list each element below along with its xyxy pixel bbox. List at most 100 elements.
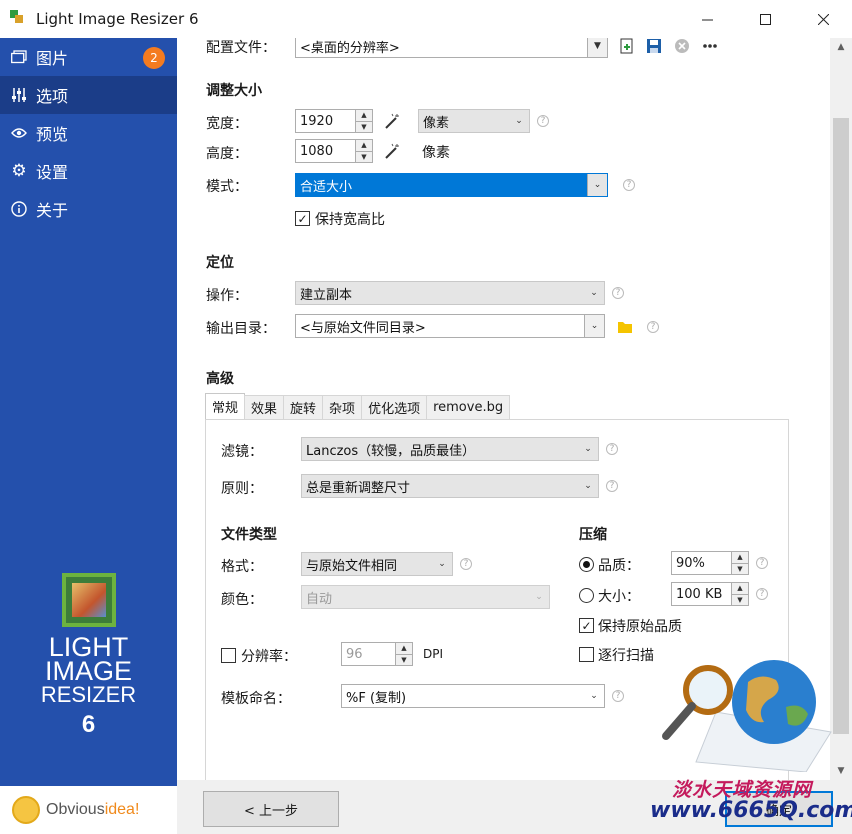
help-icon[interactable]: ? (606, 480, 618, 492)
close-icon (817, 13, 829, 25)
resolution-checkbox[interactable] (221, 648, 236, 663)
position-section-title: 定位 (206, 255, 234, 271)
sidebar-item-preview[interactable]: 预览 (0, 114, 177, 152)
width-input[interactable]: 1920 ▲ ▼ (295, 109, 373, 133)
help-icon[interactable]: ? (460, 558, 472, 570)
tab-effects[interactable]: 效果 (244, 395, 285, 419)
tab-removebg[interactable]: remove.bg (426, 395, 511, 419)
sidebar: 图片 2 选项 预览 ⚙ 设置 关于 LIGHT IMAGE RESIZER 6… (0, 38, 177, 834)
tab-rotate[interactable]: 旋转 (283, 395, 324, 419)
save-icon[interactable] (646, 38, 662, 54)
minimize-icon (701, 19, 713, 20)
quality-input[interactable]: 90% ▲ ▼ (671, 551, 749, 575)
sidebar-item-label: 预览 (36, 125, 69, 144)
action-select[interactable]: 建立副本 ⌄ (295, 281, 605, 305)
output-dir-select[interactable]: <与原始文件同目录> ⌄ (295, 314, 605, 338)
sidebar-item-about[interactable]: 关于 (0, 190, 177, 228)
quality-label: 品质： (598, 558, 640, 574)
vendor-name-part2: idea! (104, 801, 140, 818)
chevron-down-icon: ⌄ (515, 116, 523, 126)
keep-quality-label: 保持原始品质 (598, 619, 682, 635)
keep-quality-checkbox[interactable]: ✓ (579, 618, 594, 633)
size-input[interactable]: 100 KB ▲ ▼ (671, 582, 749, 606)
progressive-checkbox[interactable] (579, 647, 594, 662)
help-icon[interactable]: ? (537, 115, 549, 127)
watermark-globe-icon (662, 660, 832, 772)
tab-general[interactable]: 常规 (205, 393, 246, 419)
brand-line3: RESIZER (40, 682, 137, 707)
chevron-down-icon: ⌄ (584, 481, 592, 491)
filter-label: 滤镜： (221, 444, 263, 460)
mode-value: 合适大小 (300, 179, 353, 195)
maximize-button[interactable] (736, 0, 794, 38)
app-logo-icon (10, 10, 28, 28)
template-label: 模板命名： (221, 691, 291, 707)
filter-value: Lanczos（较慢，品质最佳） (306, 443, 476, 459)
resolution-stepper[interactable]: ▲ ▼ (395, 643, 412, 665)
progressive-label: 逐行扫描 (598, 648, 654, 664)
height-input[interactable]: 1080 ▲ ▼ (295, 139, 373, 163)
resolution-value: 96 (346, 646, 363, 662)
folder-icon[interactable] (617, 319, 633, 335)
height-stepper[interactable]: ▲ ▼ (355, 140, 372, 162)
format-value: 与原始文件相同 (306, 558, 398, 574)
help-icon[interactable]: ? (612, 287, 624, 299)
vendor-logo[interactable]: Obviousidea! (0, 786, 177, 834)
size-stepper[interactable]: ▲ ▼ (731, 583, 748, 605)
help-icon[interactable]: ? (623, 179, 635, 191)
profile-value: <桌面的分辨率> (300, 40, 400, 56)
template-select[interactable]: %F (复制) ⌄ (341, 684, 605, 708)
rule-value: 总是重新调整尺寸 (306, 480, 411, 496)
quality-value: 90% (676, 555, 705, 571)
vendor-name-part1: Obvious (46, 801, 105, 818)
help-icon[interactable]: ? (606, 443, 618, 455)
profile-select[interactable]: <桌面的分辨率> ▼ (295, 38, 608, 58)
width-value: 1920 (300, 113, 334, 129)
minimize-button[interactable] (678, 0, 736, 38)
sliders-icon (10, 86, 28, 104)
new-profile-icon[interactable] (619, 38, 635, 54)
sidebar-item-options[interactable]: 选项 (0, 76, 177, 114)
rule-select[interactable]: 总是重新调整尺寸 ⌄ (301, 474, 599, 498)
color-select[interactable]: 自动 ⌄ (301, 585, 550, 609)
help-icon[interactable]: ? (756, 588, 768, 600)
resolution-input[interactable]: 96 ▲ ▼ (341, 642, 413, 666)
unit-select[interactable]: 像素 ⌄ (418, 109, 530, 133)
quality-radio[interactable] (579, 557, 594, 572)
images-count-badge: 2 (143, 47, 165, 69)
resize-section-title: 调整大小 (206, 83, 262, 99)
close-button[interactable] (794, 0, 852, 38)
help-icon[interactable]: ? (612, 690, 624, 702)
filter-select[interactable]: Lanczos（较慢，品质最佳） ⌄ (301, 437, 599, 461)
sidebar-item-settings[interactable]: ⚙ 设置 (0, 152, 177, 190)
eye-icon (10, 124, 28, 142)
mode-select[interactable]: 合适大小 ⌄ (295, 173, 608, 197)
delete-icon[interactable] (674, 38, 690, 54)
width-label: 宽度： (206, 116, 248, 132)
magic-wand-icon[interactable] (383, 113, 401, 131)
sidebar-item-label: 关于 (36, 201, 69, 220)
magic-wand-icon[interactable] (383, 143, 401, 161)
tab-misc[interactable]: 杂项 (322, 395, 363, 419)
scroll-up-icon[interactable]: ▲ (830, 38, 852, 56)
watermark-url: www.6665Q.com (650, 798, 852, 823)
help-icon[interactable]: ? (647, 321, 659, 333)
sidebar-item-label: 图片 (36, 49, 69, 68)
height-label: 高度： (206, 146, 248, 162)
color-label: 颜色： (221, 592, 263, 608)
filetype-section-title: 文件类型 (221, 527, 277, 543)
scroll-thumb[interactable] (833, 118, 849, 734)
quality-stepper[interactable]: ▲ ▼ (731, 552, 748, 574)
sidebar-item-images[interactable]: 图片 2 (0, 38, 177, 76)
width-stepper[interactable]: ▲ ▼ (355, 110, 372, 132)
tab-optimize[interactable]: 优化选项 (361, 395, 428, 419)
help-icon[interactable]: ? (756, 557, 768, 569)
keep-ratio-checkbox[interactable]: ✓ (295, 211, 310, 226)
advanced-section-title: 高级 (206, 371, 234, 387)
format-select[interactable]: 与原始文件相同 ⌄ (301, 552, 453, 576)
back-button[interactable]: < 上一步 (203, 791, 339, 827)
template-value: %F (复制) (346, 690, 407, 706)
size-radio[interactable] (579, 588, 594, 603)
more-icon[interactable] (702, 38, 718, 54)
lightbulb-icon (12, 796, 40, 824)
